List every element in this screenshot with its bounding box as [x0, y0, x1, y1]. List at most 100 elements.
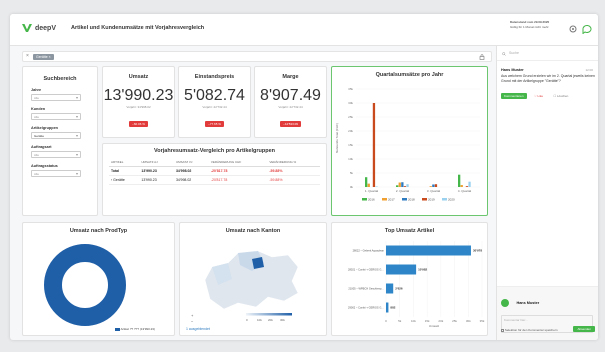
comment-text: Aus welchem Grund erzielen wir im 2. Qua…: [501, 74, 595, 83]
bar[interactable]: [365, 177, 368, 187]
bar[interactable]: [460, 185, 463, 187]
kpi-previous-year: Vorjahr: 22'732.44: [202, 105, 227, 109]
table-cell: 13'990.23: [139, 175, 174, 185]
top-artikel-title: Top Umsatz Artikel: [384, 228, 435, 234]
y-tick-label: 0k: [350, 185, 354, 189]
clear-filters-icon[interactable]: ×: [26, 53, 29, 59]
prodtyp-donut-chart: [44, 244, 126, 326]
col-header[interactable]: UMSATZ VJ: [173, 158, 209, 167]
legend-swatch: [362, 198, 367, 201]
table-cell: 34'998.02: [173, 166, 209, 176]
yoy-table-title: Vorjahresumsatz-Vergleich pro Artikelgru…: [153, 148, 276, 154]
table-cell: -59.88%: [267, 166, 320, 176]
yoy-table-card: Vorjahresumsatz-Vergleich pro Artikelgru…: [102, 143, 327, 216]
col-header[interactable]: VERÄNDERUNG CHF: [208, 158, 268, 167]
filter-orderstatus-select[interactable]: Alle: [31, 170, 81, 177]
kpi-change-badge: −12'533.09: [280, 121, 301, 127]
quarterly-bar-chart: 0k 5k 10k 15k 20k 25k 30k 35k Nettoerlös Total (…: [335, 87, 480, 202]
x-tick-label: 35k: [480, 319, 485, 323]
yoy-table: ARTIKEL UMSATZ AJ UMSATZ VJ VERÄNDERUNG …: [109, 158, 320, 185]
legend-swatch: [115, 327, 120, 331]
app-window: deepV Artikel und Kundenumsätze mit Vorj…: [10, 14, 598, 340]
compose-author: Hans Muster: [516, 300, 540, 305]
bar[interactable]: [429, 186, 432, 187]
prodtyp-chart-title: Umsatz nach ProdTyp: [69, 228, 128, 234]
legend-label: 2017: [388, 198, 395, 202]
bar[interactable]: [465, 186, 469, 187]
bar[interactable]: [375, 186, 378, 187]
svg-text:30k: 30k: [280, 318, 285, 322]
table-cell[interactable]: › Gerätte: [109, 175, 140, 185]
map-color-scale: [246, 313, 292, 316]
bar[interactable]: [468, 181, 471, 187]
filter-group-select[interactable]: Gerätte: [31, 132, 81, 139]
kpi-title: Umsatz: [128, 74, 149, 80]
send-button[interactable]: Absenden: [573, 326, 595, 332]
bar[interactable]: [386, 302, 389, 313]
prodtyp-chart-card: Umsatz nach ProdTyp Artikel ?? ??? (13'9…: [22, 222, 175, 336]
filter-year-select[interactable]: Alle: [31, 94, 81, 101]
kpi-previous-year: Vorjahr: 34'998.02: [126, 105, 151, 109]
active-filter-bar: × Gerätte ×: [22, 51, 492, 62]
filter-panel-title: Suchbereich: [43, 76, 77, 82]
bar[interactable]: [458, 174, 461, 187]
filter-year-label: Jahre: [31, 88, 42, 92]
bar[interactable]: [406, 184, 409, 187]
bar[interactable]: [372, 103, 376, 187]
hidden-items-link[interactable]: 1 ausgeblendet: [186, 327, 210, 331]
svg-text:20k: 20k: [268, 318, 273, 322]
filter-customer-select[interactable]: Alle: [31, 113, 81, 120]
bar[interactable]: [396, 185, 399, 187]
col-header[interactable]: VERÄNDERUNG %: [267, 158, 320, 167]
category-label: 29002 – Combi + GERIOS G…: [348, 306, 384, 310]
delete-button[interactable]: ☐ Löschen: [550, 93, 571, 99]
bar[interactable]: [403, 186, 407, 187]
zoom-in-icon: +: [191, 313, 194, 318]
dashboard-main: × Gerätte × Suchbereich Jahre Alle Kunde…: [22, 51, 492, 337]
kpi-value: 13'990.23: [103, 87, 174, 104]
chat-icon[interactable]: [582, 24, 592, 34]
svg-text:10k: 10k: [257, 318, 262, 322]
filter-group-label: Artikelgruppen: [31, 126, 59, 130]
bar[interactable]: [367, 183, 370, 187]
filter-ordertype-select[interactable]: Alle: [31, 151, 81, 158]
comment-time: 12:00: [585, 68, 593, 72]
bar-value-label: 2'626: [395, 287, 403, 291]
comments-panel: Suche Hans Muster 12:00 Aus welchem Grun…: [496, 46, 598, 340]
x-tick-label: 5k: [398, 319, 402, 323]
save-selection-checkbox[interactable]: [501, 328, 504, 332]
bar[interactable]: [432, 184, 435, 187]
legend-swatch: [442, 198, 447, 201]
bar[interactable]: [398, 182, 401, 187]
bar[interactable]: [386, 283, 394, 294]
bar[interactable]: [434, 184, 438, 187]
comment-item: Hans Muster 12:00 Aus welchem Grund erzi…: [501, 68, 595, 102]
svg-text:0: 0: [246, 318, 248, 322]
quarterly-chart-title: Quartalsumsätze pro Jahr: [375, 72, 444, 78]
donut-slice[interactable]: [44, 244, 126, 326]
filter-orderstatus: Auftragsstatus Alle: [31, 164, 89, 177]
logo-mark-icon: [22, 24, 32, 32]
comment-reply-button[interactable]: Kommentieren: [501, 93, 527, 99]
filter-chip[interactable]: Gerätte ×: [33, 54, 54, 60]
kpi-umsatz: Umsatz 13'990.23 Vorjahr: 34'998.02 −60.…: [102, 66, 175, 138]
filter-customer-label: Kunden: [31, 107, 46, 111]
y-tick-label: 35k: [348, 87, 353, 91]
legend-label: 2019: [428, 198, 435, 202]
kanton-region-highlight[interactable]: [252, 257, 264, 269]
table-row: Total 13'990.23 34'998.02 -20'817.78 -59…: [109, 166, 320, 176]
top-header: deepV Artikel und Kundenumsätze mit Vorj…: [10, 14, 598, 46]
col-header[interactable]: UMSATZ AJ: [139, 158, 174, 167]
bar[interactable]: [386, 245, 471, 256]
lock-icon[interactable]: [479, 54, 485, 60]
bar[interactable]: [386, 264, 417, 275]
like-label: Like: [537, 94, 544, 98]
like-button[interactable]: ♡ Like: [531, 93, 546, 99]
table-row[interactable]: › Gerätte 13'990.23 34'998.02 -20'817.78…: [109, 175, 320, 185]
x-tick-label: 20k: [438, 319, 443, 323]
compose-footer: Selektion für den Kommentar speichern Ab…: [501, 326, 595, 332]
col-header[interactable]: ARTIKEL: [109, 158, 140, 167]
bar[interactable]: [401, 182, 404, 187]
gear-icon[interactable]: [568, 24, 578, 34]
search-input[interactable]: Suche: [501, 49, 595, 57]
